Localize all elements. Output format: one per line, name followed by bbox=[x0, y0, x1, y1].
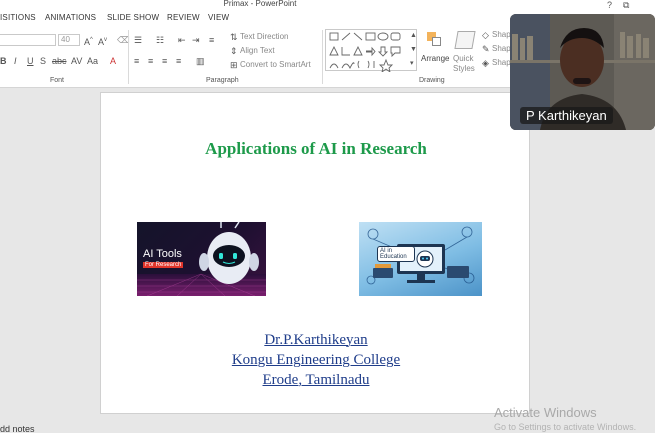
text-direction-button[interactable]: Text Direction bbox=[240, 32, 288, 41]
participant-video[interactable]: P Karthikeyan bbox=[510, 14, 655, 130]
shape-effects-button[interactable]: Shap bbox=[492, 58, 511, 67]
ai-education-badge-line1: AI in bbox=[380, 248, 393, 254]
shapes-gallery-icons bbox=[329, 32, 401, 74]
author-location[interactable]: Erode, Tamilnadu bbox=[101, 372, 531, 389]
tab-view[interactable]: VIEW bbox=[208, 13, 229, 22]
shapes-gallery[interactable] bbox=[325, 29, 417, 74]
smartart-icon: ⊞ bbox=[230, 60, 238, 70]
author-name[interactable]: Dr.P.Karthikeyan bbox=[101, 332, 531, 349]
title-bar: Primax - PowerPoint ? ⧉ bbox=[0, 0, 655, 11]
shapes-scroll-down-icon[interactable]: ▼ bbox=[410, 45, 417, 55]
arrange-icon[interactable] bbox=[425, 30, 443, 50]
shape-outline-button[interactable]: Shap bbox=[492, 44, 511, 53]
restore-icon[interactable]: ⧉ bbox=[623, 0, 629, 10]
shapes-more-icon[interactable]: ▾ bbox=[410, 59, 414, 69]
ai-education-image[interactable]: AI in Education bbox=[359, 222, 482, 296]
shape-fill-icon: ◇ bbox=[482, 30, 489, 40]
quick-styles-icon[interactable] bbox=[454, 31, 476, 49]
group-label-drawing: Drawing bbox=[419, 77, 445, 84]
author-affiliation[interactable]: Kongu Engineering College bbox=[101, 352, 531, 369]
ai-tools-image[interactable]: AI Tools For Research bbox=[137, 222, 266, 296]
shape-fill-button[interactable]: Shap bbox=[492, 30, 511, 39]
tab-transitions[interactable]: ISITIONS bbox=[0, 13, 36, 22]
align-left-icon[interactable]: ≡ bbox=[134, 56, 139, 66]
group-separator bbox=[322, 30, 323, 84]
group-label-paragraph: Paragraph bbox=[206, 77, 239, 84]
notes-placeholder[interactable]: dd notes bbox=[0, 424, 35, 433]
font-color-icon[interactable]: A bbox=[110, 56, 116, 66]
arrange-button[interactable]: Arrange bbox=[421, 54, 449, 63]
group-label-font: Font bbox=[50, 77, 65, 84]
window-title: Primax - PowerPoint bbox=[223, 0, 297, 8]
align-text-button[interactable]: Align Text bbox=[240, 46, 275, 55]
underline-icon[interactable]: U bbox=[27, 56, 34, 66]
shapes-scroll-up-icon[interactable]: ▲ bbox=[410, 31, 417, 41]
slide-title[interactable]: Applications of AI in Research bbox=[101, 139, 531, 159]
tab-review[interactable]: REVIEW bbox=[167, 13, 200, 22]
activate-windows-subtitle: Go to Settings to activate Windows. bbox=[494, 422, 637, 432]
italic-icon[interactable]: I bbox=[14, 56, 17, 66]
align-center-icon[interactable]: ≡ bbox=[148, 56, 153, 66]
ai-tools-subcaption: For Research bbox=[143, 262, 184, 268]
change-case-icon[interactable]: Aa bbox=[87, 56, 98, 66]
shrink-font-icon[interactable]: Av bbox=[98, 35, 107, 47]
bold-icon[interactable]: B bbox=[0, 56, 7, 66]
convert-smartart-button[interactable]: Convert to SmartArt bbox=[240, 60, 311, 69]
shape-effects-icon: ◈ bbox=[482, 58, 489, 68]
slide-canvas[interactable]: Applications of AI in Research AI Tools … bbox=[100, 92, 530, 414]
help-icon[interactable]: ? bbox=[607, 0, 612, 10]
ai-education-badge-line2: Education bbox=[380, 254, 407, 260]
tab-slide-show[interactable]: SLIDE SHOW bbox=[107, 13, 159, 22]
shape-outline-icon: ✎ bbox=[482, 44, 490, 54]
line-spacing-icon[interactable]: ≡ bbox=[209, 35, 214, 45]
activate-windows-title: Activate Windows bbox=[494, 405, 597, 420]
shadow-icon[interactable]: S bbox=[40, 56, 46, 66]
text-direction-icon: ⇅ bbox=[230, 32, 238, 42]
strikethrough-icon[interactable]: abc bbox=[52, 56, 67, 66]
font-name-input[interactable] bbox=[0, 34, 56, 46]
columns-icon[interactable]: ▥ bbox=[196, 56, 205, 66]
align-text-icon: ⇕ bbox=[230, 46, 238, 56]
ai-tools-caption: AI Tools bbox=[143, 248, 182, 260]
increase-indent-icon[interactable]: ⇥ bbox=[192, 35, 200, 45]
char-spacing-icon[interactable]: AV bbox=[71, 56, 82, 66]
justify-icon[interactable]: ≡ bbox=[176, 56, 181, 66]
numbering-icon[interactable]: ☷ bbox=[156, 35, 164, 45]
grow-font-icon[interactable]: A^ bbox=[84, 35, 93, 47]
tab-animations[interactable]: ANIMATIONS bbox=[45, 13, 96, 22]
font-size-input[interactable]: 40 bbox=[58, 34, 80, 46]
quick-styles-label-2[interactable]: Styles bbox=[453, 64, 475, 73]
quick-styles-label[interactable]: Quick bbox=[453, 54, 473, 63]
align-right-icon[interactable]: ≡ bbox=[162, 56, 167, 66]
participant-name-tag: P Karthikeyan bbox=[520, 107, 613, 124]
ai-education-badge: AI in Education bbox=[377, 246, 415, 262]
group-separator bbox=[128, 30, 129, 84]
bullets-icon[interactable]: ☰ bbox=[134, 35, 142, 45]
decrease-indent-icon[interactable]: ⇤ bbox=[178, 35, 186, 45]
